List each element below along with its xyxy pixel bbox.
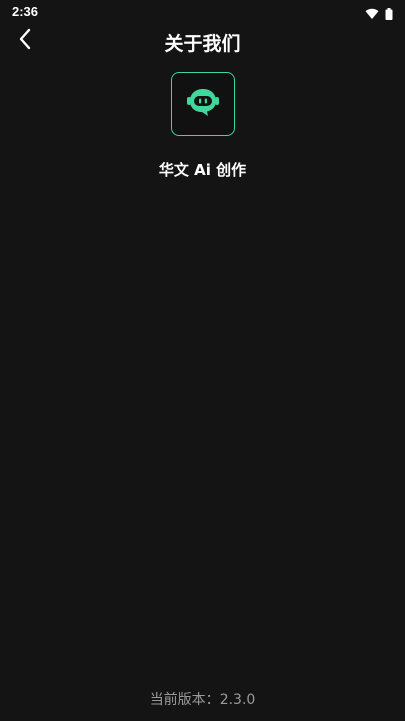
chat-bubble-face-icon — [186, 87, 220, 121]
version-label: 当前版本： — [149, 692, 220, 708]
battery-icon — [385, 5, 393, 24]
status-bar: 2:36 — [0, 0, 405, 24]
status-time: 2:36 — [12, 4, 39, 19]
page-title: 关于我们 — [164, 33, 241, 55]
app-logo — [171, 72, 235, 136]
version-info: 当前版本：2.3.0 — [0, 689, 405, 709]
header: 关于我们 — [0, 24, 405, 58]
wifi-icon — [365, 5, 379, 24]
version-value: 2.3.0 — [219, 692, 256, 708]
app-name: 华文 Ai 创作 — [158, 161, 247, 179]
status-icons — [365, 5, 393, 24]
